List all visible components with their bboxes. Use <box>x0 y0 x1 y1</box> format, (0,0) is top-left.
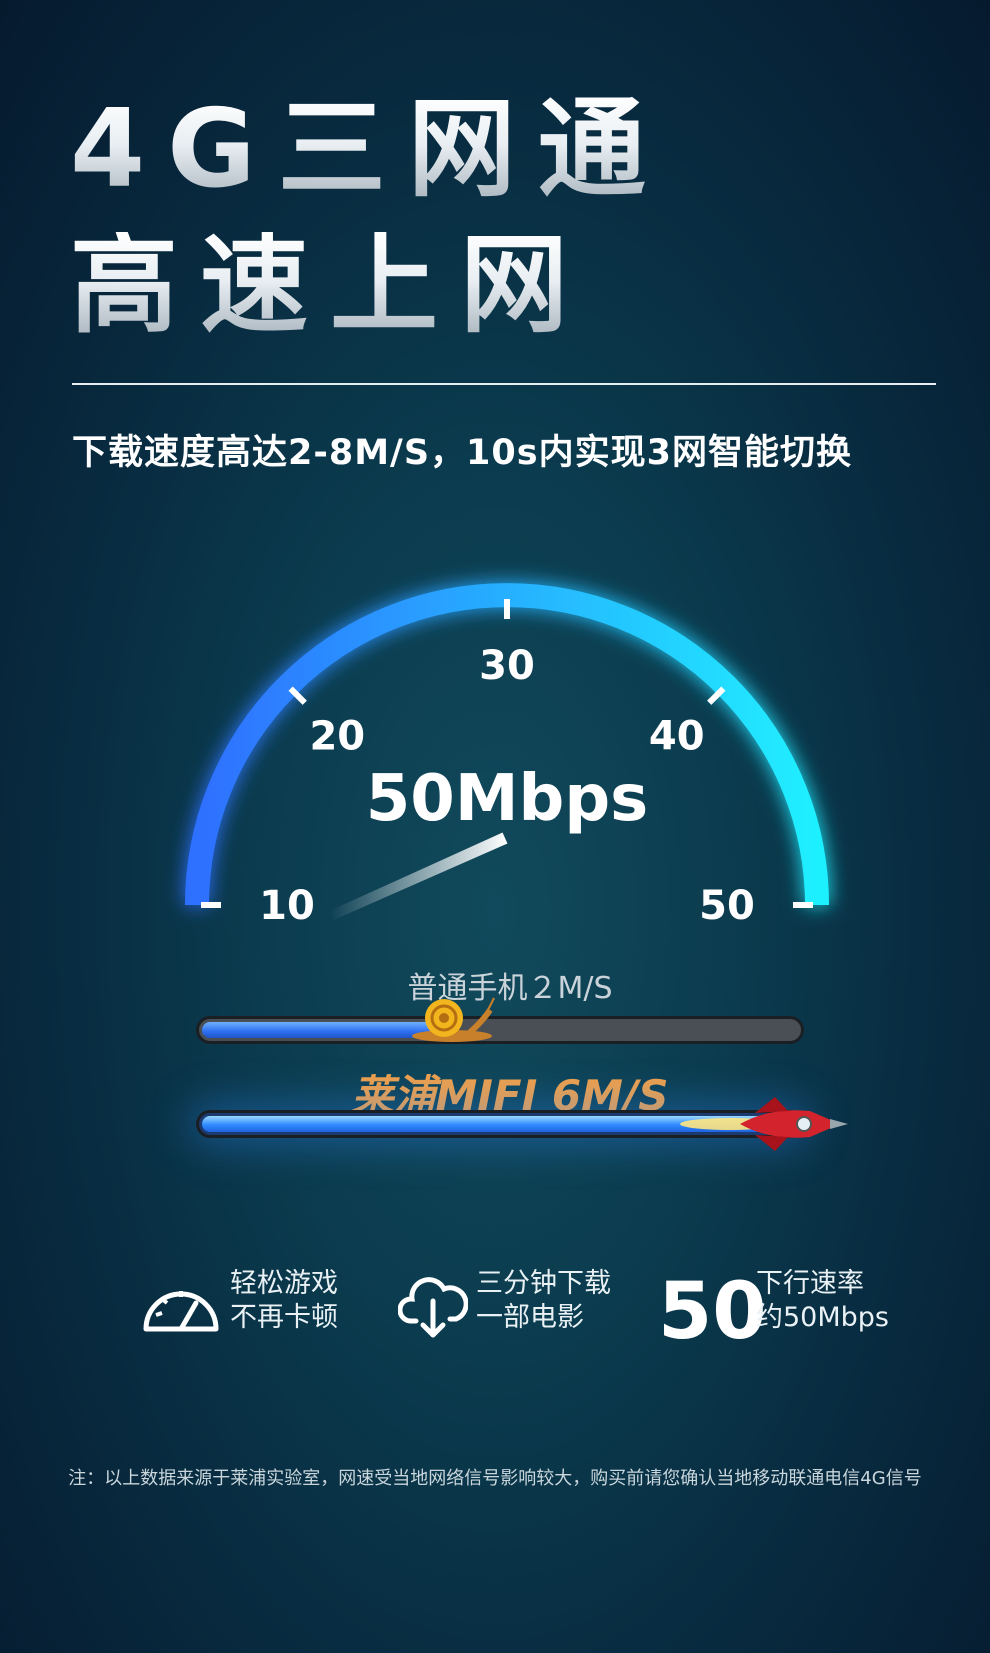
gauge-needle <box>329 832 508 921</box>
feature-rate-line-2: 约50Mbps <box>756 1302 889 1333</box>
normal-phone-speed-bar <box>196 1016 804 1044</box>
gauge-tick-label: 20 <box>309 713 365 759</box>
feature-download-line-2: 一部电影 <box>476 1302 584 1333</box>
gauge-tick-label: 40 <box>649 713 705 759</box>
snail-icon <box>412 997 495 1042</box>
feature-row: 轻松游戏 不再卡顿 三分钟下载 一部电影 50 下行速率 约50Mbps <box>0 1265 990 1357</box>
feature-download-line-1: 三分钟下载 <box>476 1268 611 1299</box>
footnote: 注：以上数据来源于莱浦实验室，网速受当地网络信号影响较大，购买前请您确认当地移动… <box>68 1468 922 1489</box>
gauge-arc <box>185 583 829 906</box>
gauge-tick-label: 50 <box>699 883 755 929</box>
feature-gaming-line-1: 轻松游戏 <box>230 1268 338 1299</box>
rocket-icon <box>680 1097 848 1151</box>
speed-gauge: 10 20 30 40 50 50Mbps <box>185 583 829 929</box>
feature-rate-line-1: 下行速率 <box>756 1268 864 1299</box>
feature-download: 三分钟下载 一部电影 <box>398 1265 618 1355</box>
feature-downlink-rate: 50 下行速率 约50Mbps <box>658 1265 889 1357</box>
gauge-tick-label: 10 <box>259 883 315 929</box>
downlink-rate-number: 50 <box>658 1267 767 1357</box>
feature-gaming-line-2: 不再卡顿 <box>230 1302 338 1333</box>
gauge-tick-label: 30 <box>479 643 535 689</box>
cloud-download-icon <box>398 1277 468 1338</box>
speed-readout: 50Mbps <box>366 762 648 836</box>
feature-gaming: 轻松游戏 不再卡顿 <box>140 1265 350 1355</box>
speedometer-icon <box>143 1291 219 1332</box>
